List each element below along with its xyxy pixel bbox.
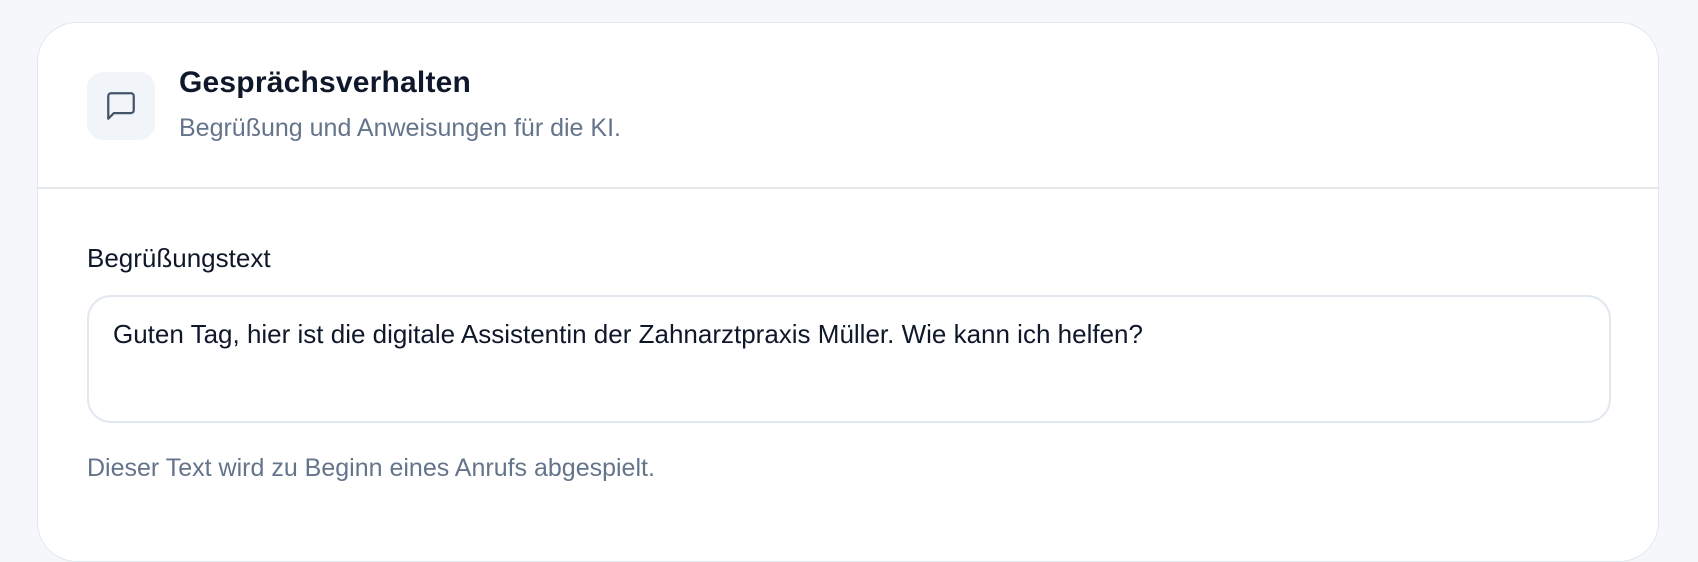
greeting-text-input[interactable]: Guten Tag, hier ist die digitale Assiste… bbox=[87, 295, 1611, 424]
message-square-icon bbox=[87, 72, 155, 140]
header-text: Gesprächsverhalten Begrüßung und Anweisu… bbox=[179, 65, 621, 143]
card-header: Gesprächsverhalten Begrüßung und Anweisu… bbox=[38, 23, 1658, 189]
section-subtitle: Begrüßung und Anweisungen für die KI. bbox=[179, 114, 621, 142]
greeting-field-hint: Dieser Text wird zu Beginn eines Anrufs … bbox=[87, 454, 655, 483]
greeting-field-label: Begrüßungstext bbox=[87, 243, 271, 273]
section-title: Gesprächsverhalten bbox=[179, 66, 472, 99]
conversation-behavior-card: Gesprächsverhalten Begrüßung und Anweisu… bbox=[37, 22, 1659, 562]
card-body: Begrüßungstext Guten Tag, hier ist die d… bbox=[38, 189, 1658, 483]
